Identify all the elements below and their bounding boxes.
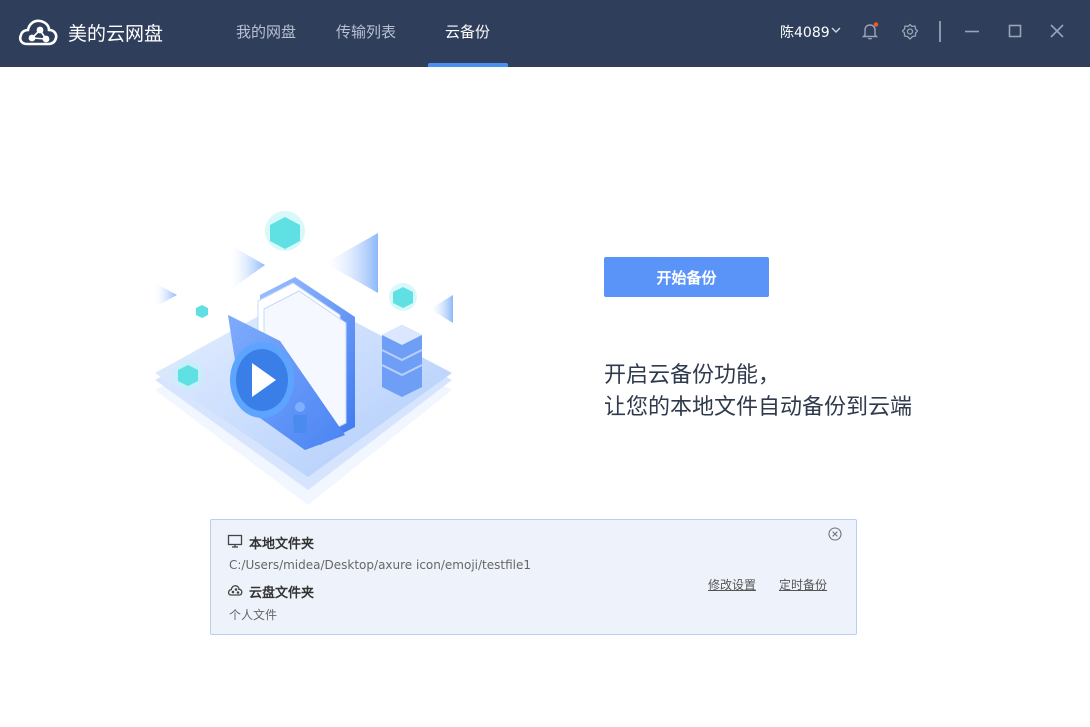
- description-line-1: 开启云备份功能，: [604, 363, 781, 388]
- maximize-icon[interactable]: [1005, 21, 1025, 41]
- cloud-network-icon: [18, 19, 58, 46]
- gear-icon[interactable]: [900, 22, 920, 42]
- backup-info-panel: 本地文件夹 C:/Users/midea/Desktop/axure icon/…: [210, 519, 857, 635]
- bell-icon[interactable]: [860, 21, 880, 41]
- user-name[interactable]: 陈4089: [780, 22, 830, 42]
- tab-cloud-backup[interactable]: 云备份: [445, 21, 490, 42]
- local-folder-path: C:/Users/midea/Desktop/axure icon/emoji/…: [229, 558, 531, 572]
- cloud-drive-icon: [227, 585, 243, 596]
- cloud-backup-illustration: [155, 211, 453, 505]
- cloud-folder-label: 云盘文件夹: [249, 586, 315, 601]
- tab-my-drive[interactable]: 我的网盘: [236, 21, 296, 42]
- close-circle-icon[interactable]: [828, 527, 842, 541]
- start-backup-button[interactable]: 开始备份: [604, 257, 769, 297]
- description-line-2: 让您的本地文件自动备份到云端: [604, 395, 913, 420]
- scheduled-backup-link[interactable]: 定时备份: [779, 576, 827, 593]
- title-bar: 美的云网盘 我的网盘 传输列表 云备份 陈4089: [0, 0, 1090, 67]
- chevron-down-icon[interactable]: [830, 24, 842, 36]
- close-icon[interactable]: [1047, 21, 1067, 41]
- minimize-icon[interactable]: [962, 21, 982, 41]
- monitor-icon: [227, 534, 243, 548]
- local-folder-label: 本地文件夹: [249, 537, 315, 552]
- active-tab-indicator: [428, 63, 508, 67]
- cloud-folder-path: 个人文件: [229, 608, 278, 622]
- modify-settings-link[interactable]: 修改设置: [708, 576, 756, 593]
- toolbar-divider: [939, 21, 941, 42]
- tab-transfer-list[interactable]: 传输列表: [336, 21, 396, 42]
- app-title: 美的云网盘: [68, 23, 164, 45]
